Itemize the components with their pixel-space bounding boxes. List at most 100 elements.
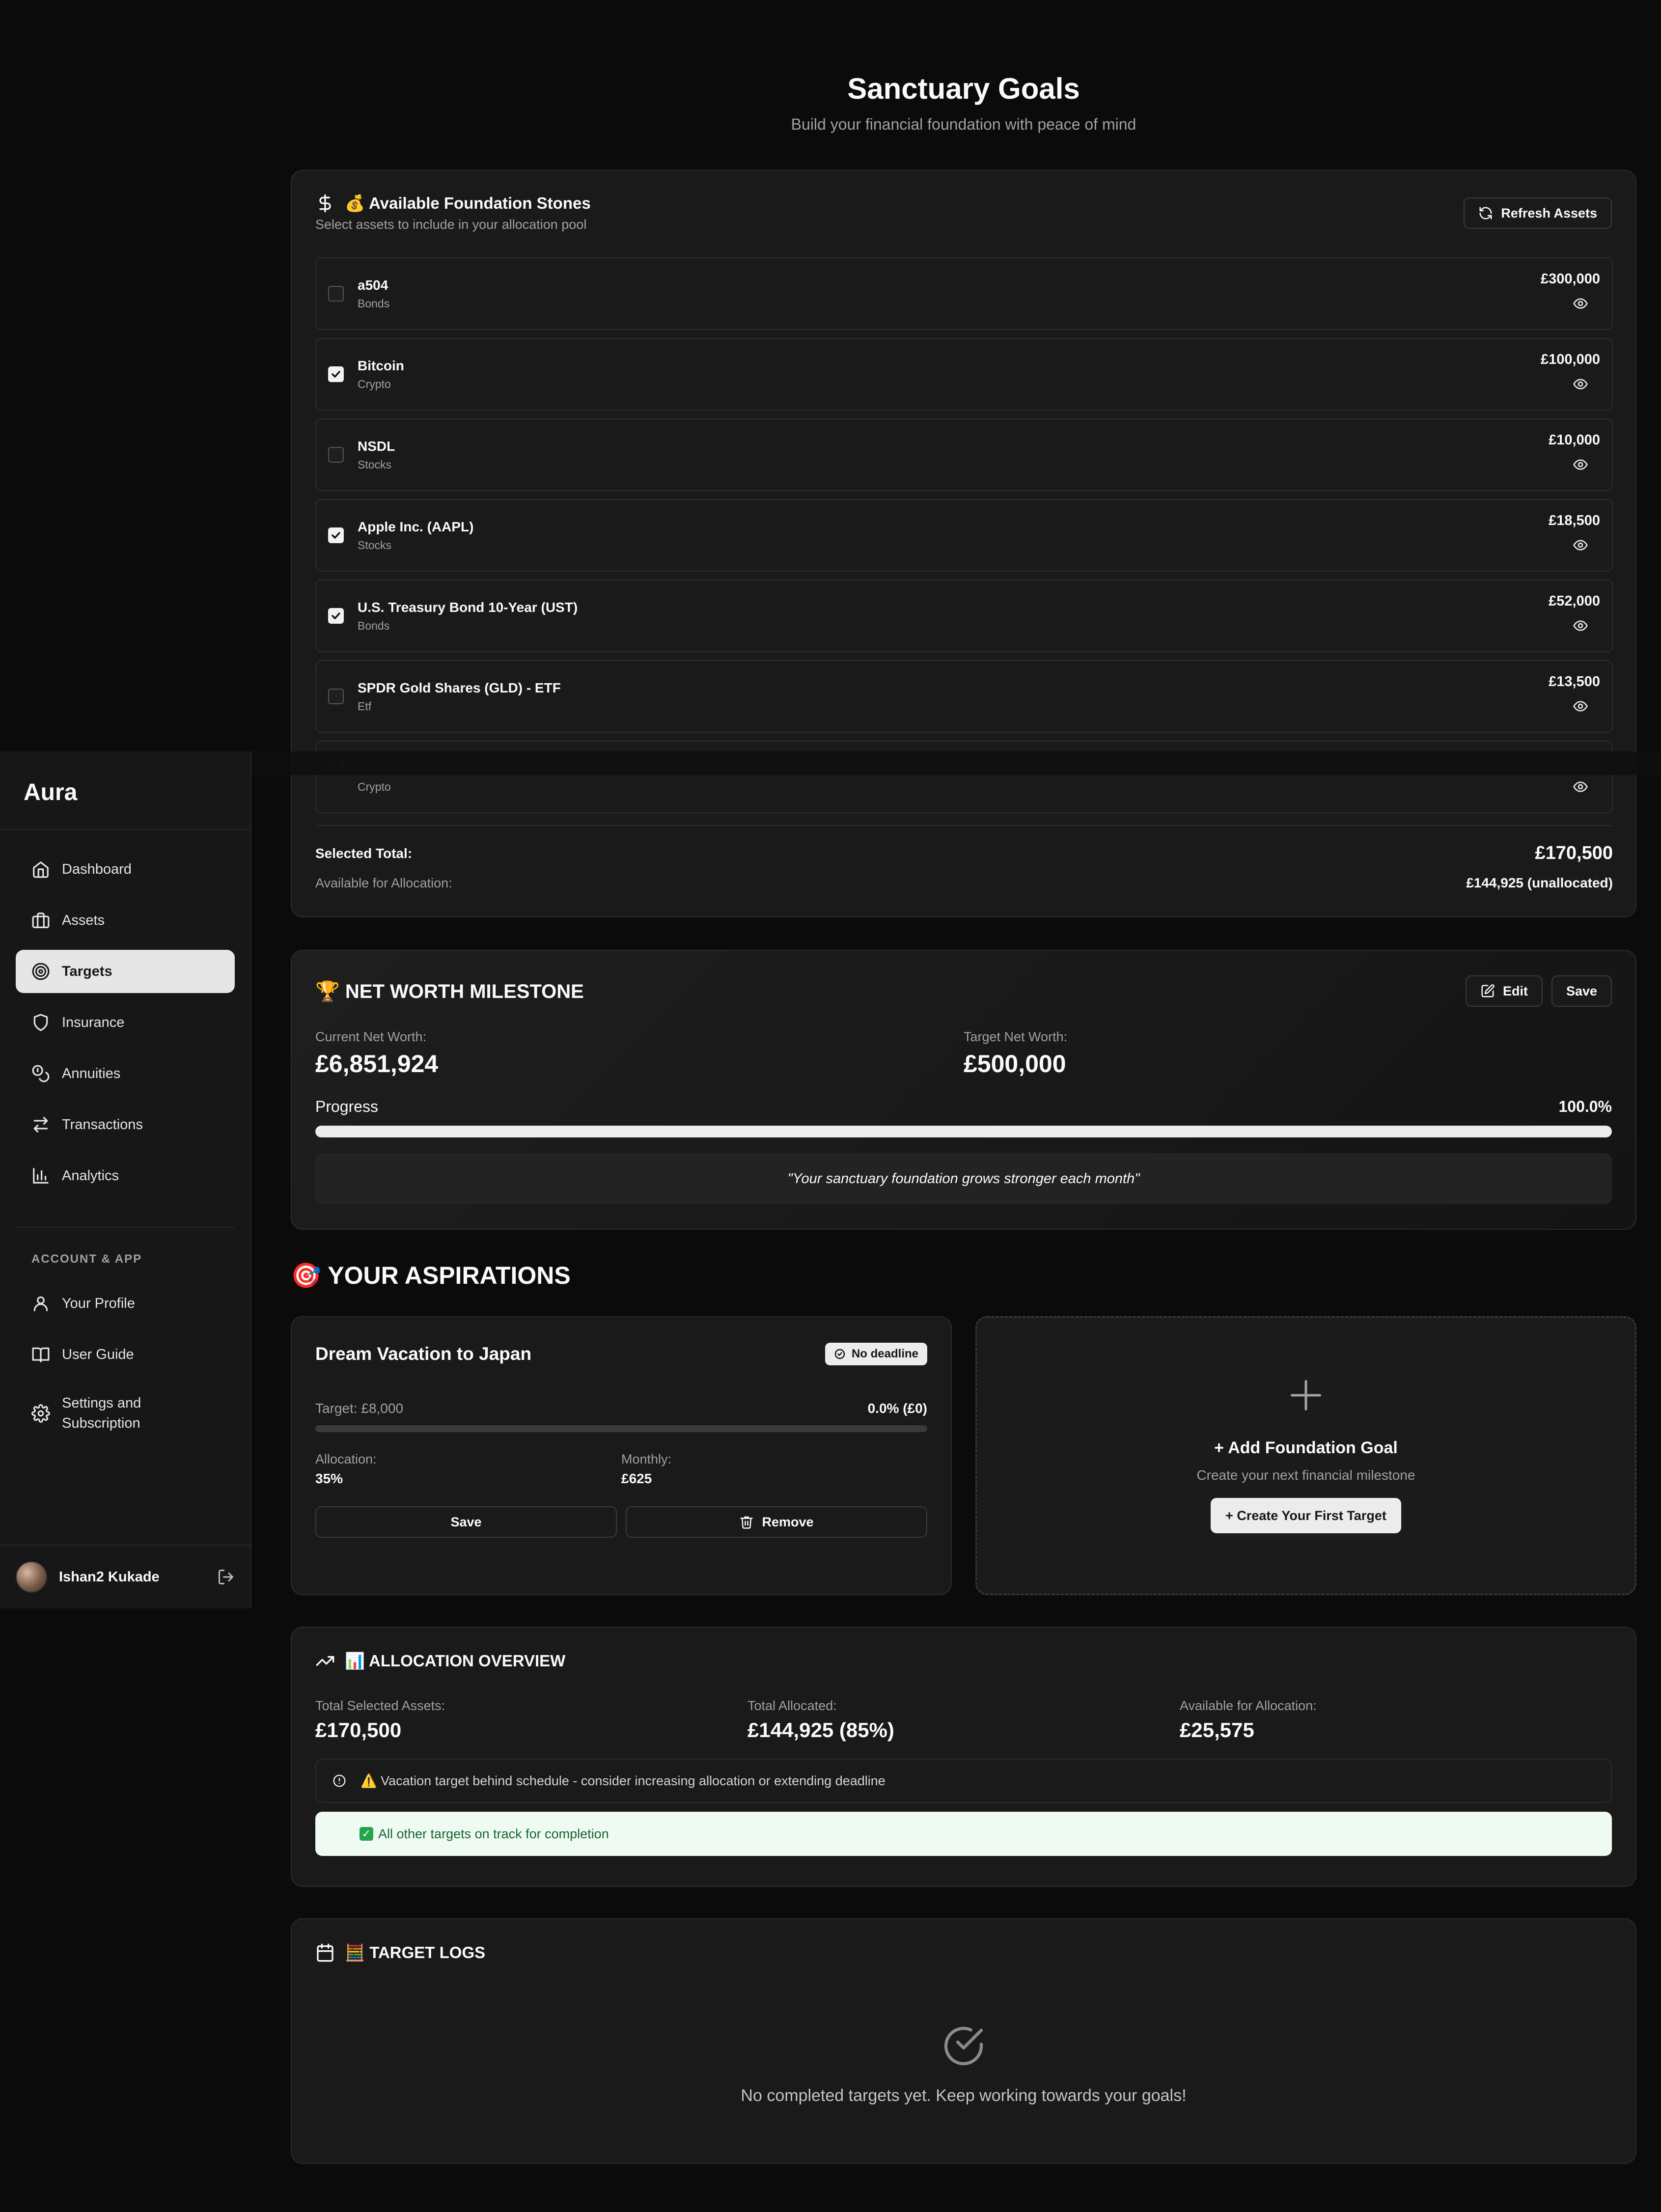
logout-icon[interactable] xyxy=(217,1568,235,1586)
page-title: Sanctuary Goals xyxy=(847,72,1080,105)
goal-card: Dream Vacation to Japan No deadline Targ… xyxy=(291,1316,952,1595)
alert-circle-icon xyxy=(333,1774,346,1787)
asset-checkbox[interactable] xyxy=(328,366,344,382)
create-target-button[interactable]: + Create Your First Target xyxy=(1211,1498,1401,1533)
save-goal-button[interactable]: Save xyxy=(315,1506,617,1538)
clock-check-icon xyxy=(834,1349,845,1359)
save-milestone-button[interactable]: Save xyxy=(1551,975,1612,1007)
asset-checkbox[interactable] xyxy=(328,527,344,543)
save-goal-label: Save xyxy=(450,1514,482,1529)
user-profile-footer[interactable]: Ishan2 Kukade xyxy=(0,1545,250,1608)
sidebar-item-label: Annuities xyxy=(62,1065,121,1081)
asset-value: £18,500 xyxy=(1549,513,1600,528)
goal-target: Target: £8,000 xyxy=(315,1401,404,1416)
eye-icon[interactable] xyxy=(1573,457,1588,472)
sidebar-item-assets[interactable]: Assets xyxy=(16,899,235,942)
asset-name: a504 xyxy=(358,277,388,293)
checkmark-icon xyxy=(332,532,340,539)
remove-goal-button[interactable]: Remove xyxy=(626,1506,927,1538)
asset-name: Apple Inc. (AAPL) xyxy=(358,519,474,534)
asset-value: £13,500 xyxy=(1549,674,1600,690)
available-assets-card: 💰 Available Foundation Stones Select ass… xyxy=(291,170,1636,917)
selected-total-row: Selected Total: £170,500 xyxy=(315,843,1613,864)
asset-row[interactable]: Bitcoin Crypto £100,000 xyxy=(315,338,1613,411)
refresh-label: Refresh Assets xyxy=(1501,205,1597,221)
asset-checkbox[interactable] xyxy=(328,608,344,624)
available-allocation-value: £25,575 xyxy=(1180,1718,1254,1742)
checkmark-icon xyxy=(332,612,340,619)
available-label: Available for Allocation: xyxy=(315,875,452,890)
asset-checkbox[interactable] xyxy=(328,447,344,463)
refresh-assets-button[interactable]: Refresh Assets xyxy=(1464,197,1612,229)
asset-name: NSDL xyxy=(358,438,395,454)
eye-icon[interactable] xyxy=(1573,537,1588,553)
sidebar-item-label: Dashboard xyxy=(62,861,132,877)
goal-title: Dream Vacation to Japan xyxy=(315,1344,532,1364)
add-goal-card[interactable]: + Add Foundation Goal Create your next f… xyxy=(975,1316,1636,1595)
progress-bar-fill xyxy=(315,1126,1612,1137)
allocation-value: 35% xyxy=(315,1471,343,1486)
asset-checkbox[interactable] xyxy=(328,286,344,302)
edit-button[interactable]: Edit xyxy=(1465,975,1543,1007)
sidebar-item-insurance[interactable]: Insurance xyxy=(16,1001,235,1044)
eye-icon[interactable] xyxy=(1573,698,1588,714)
asset-row[interactable]: SPDR Gold Shares (GLD) - ETF Etf £13,500 xyxy=(315,660,1613,733)
header-overlay xyxy=(251,751,1661,775)
sidebar-item-dashboard[interactable]: Dashboard xyxy=(16,848,235,891)
sidebar-item-analytics[interactable]: Analytics xyxy=(16,1154,235,1197)
sidebar-item-label: Settings and Subscription xyxy=(62,1395,141,1431)
save-label: Save xyxy=(1566,983,1597,998)
remove-goal-label: Remove xyxy=(762,1514,814,1529)
main-content: Sanctuary Goals Build your financial fou… xyxy=(291,0,1636,2164)
sidebar-item-transactions[interactable]: Transactions xyxy=(16,1103,235,1146)
sidebar-item-label: Analytics xyxy=(62,1167,119,1184)
account-section-label: ACCOUNT & APP xyxy=(31,1252,142,1266)
progress-label: Progress xyxy=(315,1098,379,1115)
sidebar-item-label: Insurance xyxy=(62,1014,125,1030)
sidebar-item-profile[interactable]: Your Profile xyxy=(16,1282,235,1325)
primary-nav: Dashboard Assets Targets Insurance Annui… xyxy=(0,830,250,1197)
trending-up-icon xyxy=(316,1656,334,1666)
success-text: All other targets on track for completio… xyxy=(378,1826,609,1841)
eye-icon[interactable] xyxy=(1573,296,1588,311)
assets-title-text: 💰 Available Foundation Stones xyxy=(345,194,591,212)
home-icon xyxy=(33,861,49,878)
target-net-worth-label: Target Net Worth: xyxy=(964,1029,1068,1044)
gear-icon xyxy=(31,1404,50,1423)
check-circle-icon xyxy=(944,2026,983,2066)
sidebar-item-label: User Guide xyxy=(62,1346,134,1362)
sidebar-item-label: Your Profile xyxy=(62,1295,135,1311)
asset-value: £300,000 xyxy=(1541,271,1600,287)
totals-divider xyxy=(315,825,1613,826)
eye-icon[interactable] xyxy=(1573,618,1588,634)
check-mark-icon: ✓ xyxy=(360,1827,373,1841)
edit-label: Edit xyxy=(1502,983,1528,998)
allocation-title-text: 📊 ALLOCATION OVERVIEW xyxy=(345,1651,566,1670)
asset-row[interactable]: U.S. Treasury Bond 10-Year (UST) Bonds £5… xyxy=(315,580,1613,652)
sidebar-item-label: Targets xyxy=(62,963,112,979)
asset-type: Stocks xyxy=(358,458,392,471)
asset-row[interactable]: a504 Bonds £300,000 xyxy=(315,257,1613,330)
sidebar-item-label: Assets xyxy=(62,912,105,928)
asset-name: SPDR Gold Shares (GLD) - ETF xyxy=(358,680,561,695)
current-net-worth-label: Current Net Worth: xyxy=(315,1029,427,1044)
sidebar-item-settings[interactable]: Settings and Subscription xyxy=(16,1384,235,1443)
available-allocation-label: Available for Allocation: xyxy=(1180,1698,1317,1713)
allocation-label: Allocation: xyxy=(315,1452,377,1466)
logs-title-text: 🧮 TARGET LOGS xyxy=(345,1943,486,1962)
aspirations-title: 🎯 YOUR ASPIRATIONS xyxy=(291,1262,571,1289)
eye-icon[interactable] xyxy=(1573,779,1588,795)
sidebar-item-annuities[interactable]: Annuities xyxy=(16,1052,235,1095)
asset-row[interactable]: Apple Inc. (AAPL) Stocks £18,500 xyxy=(315,499,1613,572)
asset-checkbox[interactable] xyxy=(328,689,344,704)
asset-row[interactable]: NSDL Stocks £10,000 xyxy=(315,418,1613,491)
eye-icon[interactable] xyxy=(1573,376,1588,392)
progress-bar xyxy=(315,1126,1612,1137)
sidebar-item-targets[interactable]: Targets xyxy=(16,950,235,993)
sidebar-item-user-guide[interactable]: User Guide xyxy=(16,1333,235,1376)
user-name: Ishan2 Kukade xyxy=(59,1569,160,1585)
bar-chart-icon xyxy=(33,1168,49,1184)
page-subtitle: Build your financial foundation with pea… xyxy=(791,115,1136,133)
target-icon xyxy=(32,963,50,980)
asset-type: Bonds xyxy=(358,297,390,310)
